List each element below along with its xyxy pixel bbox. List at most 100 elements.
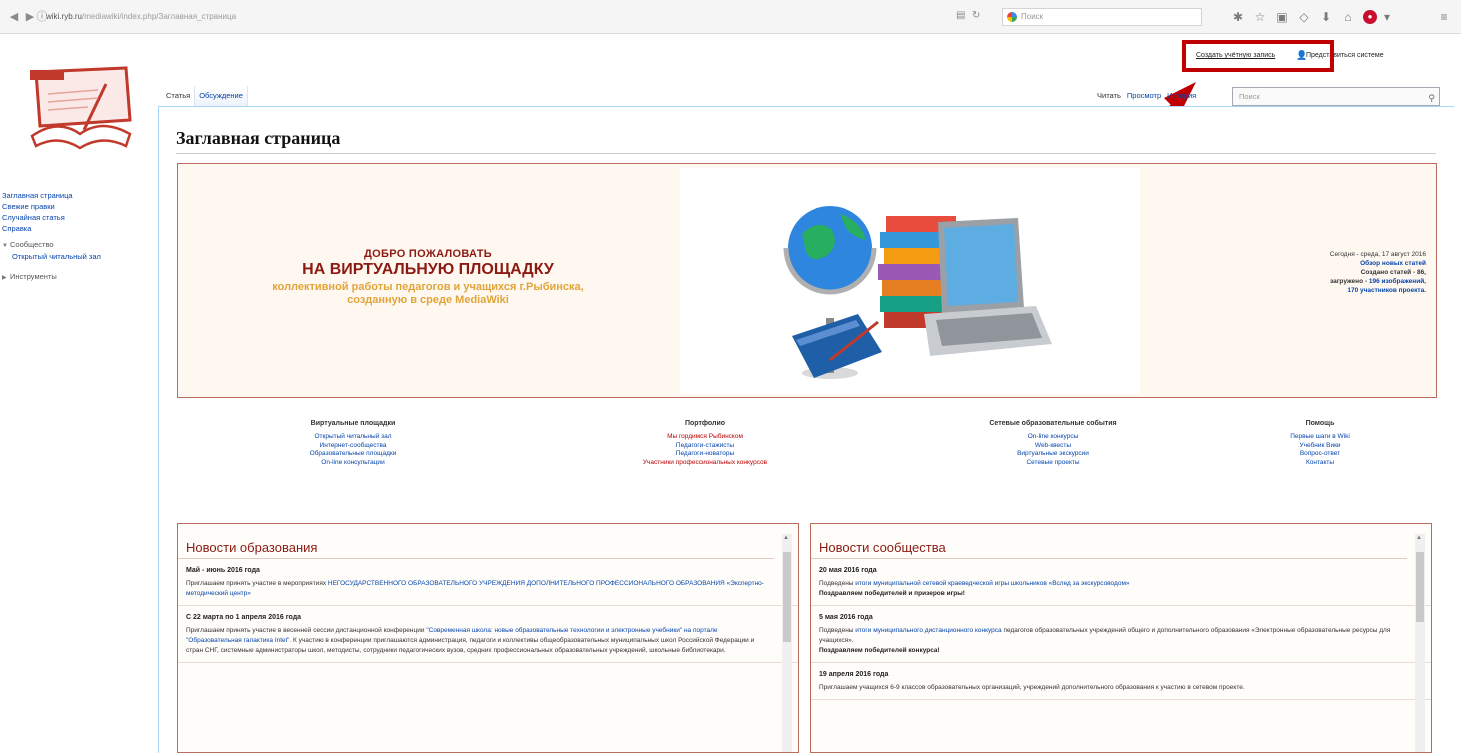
column-link[interactable]: Виртуальные экскурсии <box>968 450 1138 459</box>
extension-icon[interactable]: ✱ <box>1230 9 1246 25</box>
column-link[interactable]: Контакты <box>1270 459 1370 468</box>
community-news-box: Новости сообщества 20 мая 2016 года Подв… <box>810 523 1432 753</box>
pocket-icon[interactable]: ◇ <box>1296 9 1312 25</box>
welcome-line-1: ДОБРО ПОЖАЛОВАТЬ <box>364 248 492 260</box>
welcome-banner: ДОБРО ПОЖАЛОВАТЬ НА ВИРТУАЛЬНУЮ ПЛОЩАДКУ… <box>177 163 1437 398</box>
news-date: 19 апреля 2016 года <box>819 671 889 678</box>
highlight-frame <box>1182 40 1334 72</box>
home-icon[interactable]: ⌂ <box>1340 9 1356 25</box>
news-scrollbar[interactable]: ▲ <box>1415 534 1425 752</box>
bookmarks-list-icon[interactable]: ▣ <box>1274 9 1290 25</box>
members-link[interactable]: 170 участников проекта. <box>1347 287 1426 294</box>
sidebar-item-reading-room[interactable]: Открытый читальный зал <box>0 252 158 262</box>
news-scrollbar[interactable]: ▲ <box>782 534 792 752</box>
welcome-text: ДОБРО ПОЖАЛОВАТЬ НА ВИРТУАЛЬНУЮ ПЛОЩАДКУ… <box>178 248 678 306</box>
search-icon[interactable]: ⚲ <box>1428 90 1435 107</box>
column-help: Помощь Первые шаги в Wiki Учебник Вики В… <box>1270 420 1370 467</box>
news-text: Подведены итоги муниципальной сетевой кр… <box>819 580 1130 597</box>
google-icon <box>1007 12 1017 22</box>
news-date: Май - июнь 2016 года <box>186 567 260 574</box>
portal-columns: Виртуальные площадки Открытый читальный … <box>180 420 1440 500</box>
news-text: Приглашаем принять участие в весенней се… <box>186 627 755 654</box>
column-link[interactable]: Участники профессиональных конкурсов <box>610 459 800 468</box>
news-item: Май - июнь 2016 года Приглашаем принять … <box>178 559 798 606</box>
news-text: Приглашаем принять участие в мероприятия… <box>186 580 764 597</box>
view-tabs: Читать Просмотр История <box>1094 86 1199 106</box>
welcome-line-2: НА ВИРТУАЛЬНУЮ ПЛОЩАДКУ <box>302 261 554 278</box>
stats-uploads-label: загружено - <box>1329 278 1368 285</box>
column-link[interactable]: Мы гордимся Рыбинском <box>610 433 800 442</box>
site-logo[interactable] <box>18 64 140 154</box>
column-link[interactable]: Педагоги-стажисты <box>610 442 800 451</box>
column-network-events: Сетевые образовательные события On-line … <box>968 420 1138 467</box>
sidebar-community-label: Сообщество <box>10 240 54 249</box>
download-icon[interactable]: ⬇ <box>1318 9 1334 25</box>
column-heading: Помощь <box>1305 420 1335 427</box>
reload-icon[interactable]: ↻ <box>972 10 980 21</box>
news-item: 5 мая 2016 года Подведены итоги муниципа… <box>811 606 1431 663</box>
menu-icon[interactable]: ≡ <box>1436 9 1452 25</box>
news-item: 19 апреля 2016 года Приглашаем учащихся … <box>811 663 1431 700</box>
stats-articles: Создано статей - 86, <box>1360 269 1426 276</box>
column-link[interactable]: Открытый читальный зал <box>278 433 428 442</box>
browser-toolbar: ◀ ▶ ⓘ wiki.ryb.ru/mediawiki/index.php/За… <box>0 0 1461 34</box>
site-statistics: Сегодня - среда, 17 август 2016 Обзор но… <box>1126 250 1426 295</box>
column-heading: Портфолио <box>684 420 726 427</box>
news-link[interactable]: итоги муниципального дистанционного конк… <box>855 627 1001 634</box>
column-link[interactable]: Интернет-сообщества <box>278 442 428 451</box>
scroll-thumb[interactable] <box>783 552 791 642</box>
sidebar-navigation: Заглавная страница Свежие правки Случайн… <box>0 190 158 284</box>
sidebar-item-main-page[interactable]: Заглавная страница <box>0 190 158 201</box>
column-link[interactable]: Первые шаги в Wiki <box>1270 433 1370 442</box>
tab-history[interactable]: История <box>1164 86 1199 106</box>
url-bar[interactable]: wiki.ryb.ru/mediawiki/index.php/Заглавна… <box>46 8 946 26</box>
column-link[interactable]: Вопрос-ответ <box>1270 450 1370 459</box>
namespace-tabs: Статья Обсуждение <box>162 86 248 106</box>
tab-talk[interactable]: Обсуждение <box>194 86 248 106</box>
column-link[interactable]: On-line консультации <box>278 459 428 468</box>
column-virtual-platforms: Виртуальные площадки Открытый читальный … <box>278 420 428 467</box>
adblock-icon[interactable]: ● <box>1363 10 1377 24</box>
news-item: 20 мая 2016 года Подведены итоги муницип… <box>811 559 1431 606</box>
dropdown-arrow-icon[interactable]: ▾ <box>1379 9 1395 25</box>
sidebar-item-help[interactable]: Справка <box>0 223 158 234</box>
sidebar-tools-heading[interactable]: ▶ Инструменты <box>0 271 158 284</box>
column-portfolio: Портфолио Мы гордимся Рыбинском Педагоги… <box>610 420 800 467</box>
sidebar-community-heading[interactable]: ▼ Сообщество <box>0 239 158 252</box>
welcome-line-4: созданную в среде MediaWiki <box>347 294 509 306</box>
column-heading: Виртуальные площадки <box>310 420 396 427</box>
chevron-right-icon: ▶ <box>2 275 7 281</box>
welcome-line-3: коллективной работы педагогов и учащихся… <box>272 281 584 293</box>
column-link[interactable]: Web-квесты <box>968 442 1138 451</box>
bookmark-star-icon[interactable]: ☆ <box>1252 9 1268 25</box>
browser-search-input[interactable]: Поиск <box>1002 8 1202 26</box>
reader-view-icon[interactable]: ▤ <box>956 10 965 21</box>
uploads-link[interactable]: 196 изображений, <box>1369 278 1426 285</box>
back-icon[interactable]: ◀ <box>6 9 22 25</box>
news-date: С 22 марта по 1 апреля 2016 года <box>186 614 302 621</box>
news-item: С 22 марта по 1 апреля 2016 года Приглаш… <box>178 606 798 663</box>
news-date: 5 мая 2016 года <box>819 614 873 621</box>
column-link[interactable]: Педагоги-новаторы <box>610 450 800 459</box>
column-heading: Сетевые образовательные события <box>989 420 1117 427</box>
sidebar-item-random-page[interactable]: Случайная статья <box>0 212 158 223</box>
column-link[interactable]: Сетевые проекты <box>968 459 1138 468</box>
column-link[interactable]: Учебник Вики <box>1270 442 1370 451</box>
news-link[interactable]: итоги муниципальной сетевой краеведческо… <box>855 580 1129 587</box>
scroll-up-icon[interactable]: ▲ <box>1416 535 1422 541</box>
tab-read[interactable]: Читать <box>1094 86 1124 106</box>
tab-view-source[interactable]: Просмотр <box>1124 86 1164 106</box>
sidebar-tools-label: Инструменты <box>10 272 57 281</box>
community-news-title: Новости сообщества <box>811 524 1407 559</box>
wiki-search-input[interactable]: Поиск ⚲ <box>1232 87 1440 106</box>
sidebar-item-recent-changes[interactable]: Свежие правки <box>0 201 158 212</box>
education-news-box: Новости образования Май - июнь 2016 года… <box>177 523 799 753</box>
column-link[interactable]: On-line конкурсы <box>968 433 1138 442</box>
tab-article[interactable]: Статья <box>162 86 194 106</box>
column-link[interactable]: Образовательные площадки <box>278 450 428 459</box>
url-path: /mediawiki/index.php/Заглавная_страница <box>82 12 237 21</box>
scroll-thumb[interactable] <box>1416 552 1424 622</box>
page-title: Заглавная страница <box>176 128 1436 154</box>
new-articles-link[interactable]: Обзор новых статей <box>1360 260 1426 267</box>
scroll-up-icon[interactable]: ▲ <box>783 535 789 541</box>
